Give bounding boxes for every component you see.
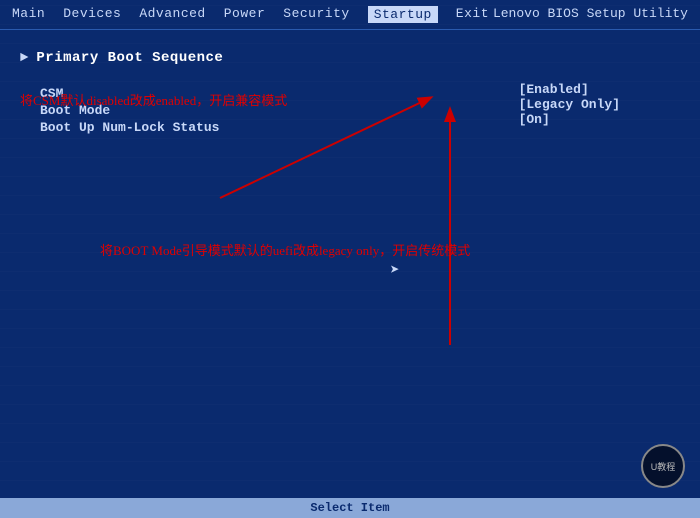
menu-item-security[interactable]: Security	[283, 6, 349, 23]
menu-item-advanced[interactable]: Advanced	[139, 6, 205, 23]
menu-item-exit[interactable]: Exit	[456, 6, 489, 23]
annotation-text-2: 将BOOT Mode引导模式默认的uefi改成legacy only，开启传统模…	[100, 240, 470, 259]
section-header: ► Primary Boot Sequence	[20, 50, 680, 66]
bottom-bar: Select Item	[0, 498, 700, 518]
setting-row-numlock[interactable]: Boot Up Num-Lock Status	[40, 120, 320, 135]
menu-item-devices[interactable]: Devices	[63, 6, 121, 23]
value-numlock: [On]	[519, 112, 620, 127]
annotation-text-1: 将CSM默认disabled改成enabled，开启兼容模式	[20, 90, 287, 109]
value-bootmode: [Legacy Only]	[519, 97, 620, 112]
watermark-logo: U教程	[641, 444, 685, 488]
menu-item-power[interactable]: Power	[224, 6, 266, 23]
menu-item-startup[interactable]: Startup	[368, 6, 438, 23]
bios-screen: Main Devices Advanced Power Security Sta…	[0, 0, 700, 518]
section-title: Primary Boot Sequence	[36, 50, 223, 66]
setting-label-numlock: Boot Up Num-Lock Status	[40, 120, 320, 135]
value-csm: [Enabled]	[519, 82, 620, 97]
bios-title: Lenovo BIOS Setup Utility	[493, 6, 688, 21]
watermark: U教程	[641, 444, 685, 488]
triangle-icon: ►	[20, 50, 28, 66]
menu-items-left: Main Devices Advanced Power Security Sta…	[12, 6, 489, 23]
menu-bar: Main Devices Advanced Power Security Sta…	[0, 0, 700, 30]
values-col: [Enabled] [Legacy Only] [On]	[519, 82, 620, 137]
bottom-bar-text: Select Item	[310, 501, 389, 515]
mouse-cursor: ➤	[390, 260, 400, 280]
menu-item-main[interactable]: Main	[12, 6, 45, 23]
